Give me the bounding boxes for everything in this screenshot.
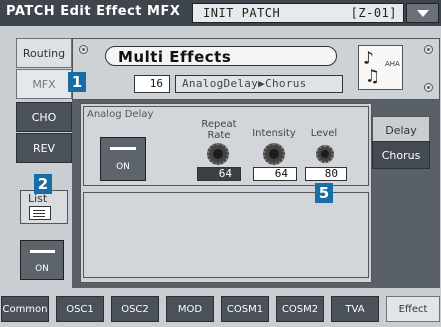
tab-rev[interactable]: REV [16,133,72,163]
patch-code: [Z-01] [350,6,397,20]
tab-effect[interactable]: Effect [386,296,440,322]
screen-title: PATCH Edit Effect MFX [6,4,181,19]
bottom-tab-bar: Common OSC1 OSC2 MOD COSM1 COSM2 TVA Eff… [0,294,441,327]
patch-name: INIT PATCH [203,6,281,20]
effect-panel: Multi Effects 16 AnalogDelay▶Chorus ♪ ♫ … [72,38,440,288]
analog-delay-block: Analog Delay ON Repeat Rate 64 Intensity… [83,106,369,186]
screen: PATCH Edit Effect MFX INIT PATCH [Z-01] … [0,0,441,327]
chevron-down-icon [417,10,429,17]
patch-display[interactable]: INIT PATCH [Z-01] [192,3,404,23]
level-value[interactable]: 80 [305,167,347,181]
tab-osc1[interactable]: OSC1 [56,296,104,322]
tab-common[interactable]: Common [1,296,49,322]
tab-tva[interactable]: TVA [331,296,379,322]
param-label-level: Level [310,128,338,139]
param-label-repeat-rate: Repeat Rate [201,119,237,141]
intensity-value[interactable]: 64 [253,167,297,181]
mfx-header: Multi Effects 16 AnalogDelay▶Chorus ♪ ♫ … [72,38,440,100]
tab-chorus[interactable]: Chorus [372,141,430,169]
screw-icon [424,45,433,54]
repeat-rate-value[interactable]: 64 [197,167,241,181]
tab-delay[interactable]: Delay [372,116,430,144]
level-knob[interactable] [316,145,334,163]
tab-cosm2[interactable]: COSM2 [276,296,324,322]
mfx-title: Multi Effects [118,48,232,66]
intensity-knob[interactable] [263,143,285,165]
block-on-button[interactable]: ON [100,137,146,181]
block-label: Analog Delay [87,109,154,120]
header-bar: PATCH Edit Effect MFX INIT PATCH [Z-01] [0,0,441,26]
mfx-on-button[interactable]: ON [20,240,64,280]
mfx-title-box: Multi Effects [105,46,337,66]
mfx-type-name[interactable]: AnalogDelay▶Chorus [175,75,343,93]
menu-dropdown-button[interactable] [406,3,439,23]
mfx-type-number[interactable]: 16 [134,75,170,93]
repeat-rate-knob[interactable] [207,143,229,165]
list-button[interactable]: List [20,190,68,224]
tab-mod[interactable]: MOD [166,296,214,322]
music-notes-icon: ♪ ♫ AHA [358,45,403,90]
tab-routing[interactable]: Routing [16,38,72,68]
callout-2: 2 [34,174,52,194]
screw-icon [424,83,433,92]
param-label-intensity: Intensity [252,128,296,139]
tab-mfx[interactable]: MFX [16,69,72,99]
callout-1: 1 [68,72,86,92]
tab-cosm1[interactable]: COSM1 [221,296,269,322]
tab-osc2[interactable]: OSC2 [111,296,159,322]
callout-5: 5 [315,183,333,203]
icon-label: AHA [385,60,400,68]
screw-icon [79,45,88,54]
empty-block-area [83,192,369,278]
tab-cho[interactable]: CHO [16,102,72,132]
list-icon [29,206,51,220]
